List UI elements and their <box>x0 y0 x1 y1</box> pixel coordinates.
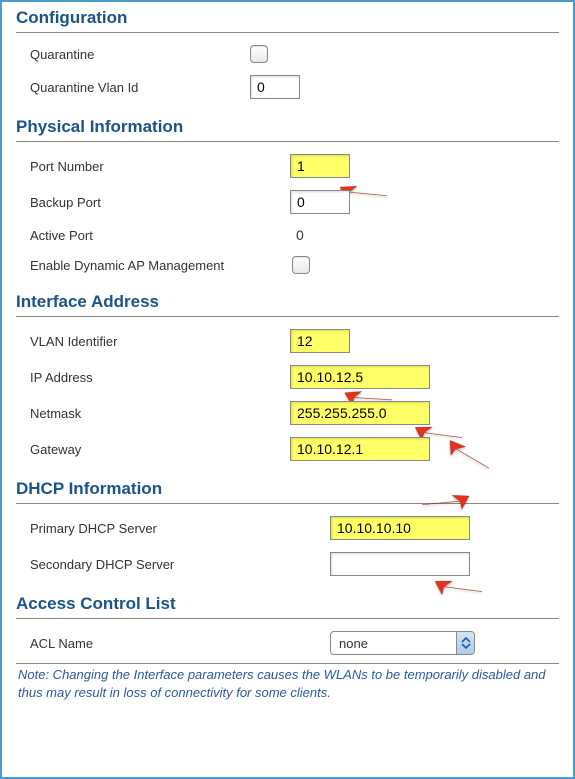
section-header-configuration: Configuration <box>16 8 559 33</box>
quarantine-vlan-input[interactable] <box>250 75 300 99</box>
gateway-label: Gateway <box>30 442 290 457</box>
section-header-physical: Physical Information <box>16 117 559 142</box>
quarantine-vlan-label: Quarantine Vlan Id <box>30 80 250 95</box>
netmask-label: Netmask <box>30 406 290 421</box>
section-header-interface: Interface Address <box>16 292 559 317</box>
netmask-input[interactable] <box>290 401 430 425</box>
backup-port-label: Backup Port <box>30 195 290 210</box>
active-port-value: 0 <box>290 227 304 243</box>
section-header-dhcp: DHCP Information <box>16 479 559 504</box>
quarantine-label: Quarantine <box>30 47 250 62</box>
section-header-acl: Access Control List <box>16 594 559 619</box>
vlan-id-label: VLAN Identifier <box>30 334 290 349</box>
secondary-dhcp-label: Secondary DHCP Server <box>30 557 330 572</box>
acl-name-label: ACL Name <box>30 636 330 651</box>
acl-name-selected: none <box>331 632 456 654</box>
quarantine-checkbox[interactable] <box>250 45 268 63</box>
vlan-id-input[interactable] <box>290 329 350 353</box>
port-number-input[interactable] <box>290 154 350 178</box>
gateway-input[interactable] <box>290 437 430 461</box>
secondary-dhcp-input[interactable] <box>330 552 470 576</box>
dynamic-ap-checkbox[interactable] <box>292 256 310 274</box>
active-port-label: Active Port <box>30 228 290 243</box>
acl-name-select[interactable]: none <box>330 631 475 655</box>
backup-port-input[interactable] <box>290 190 350 214</box>
primary-dhcp-label: Primary DHCP Server <box>30 521 330 536</box>
footer-note: Note: Changing the Interface parameters … <box>16 666 559 701</box>
primary-dhcp-input[interactable] <box>330 516 470 540</box>
ip-address-label: IP Address <box>30 370 290 385</box>
select-arrows-icon <box>456 632 474 654</box>
dynamic-ap-label: Enable Dynamic AP Management <box>30 258 292 273</box>
port-number-label: Port Number <box>30 159 290 174</box>
ip-address-input[interactable] <box>290 365 430 389</box>
